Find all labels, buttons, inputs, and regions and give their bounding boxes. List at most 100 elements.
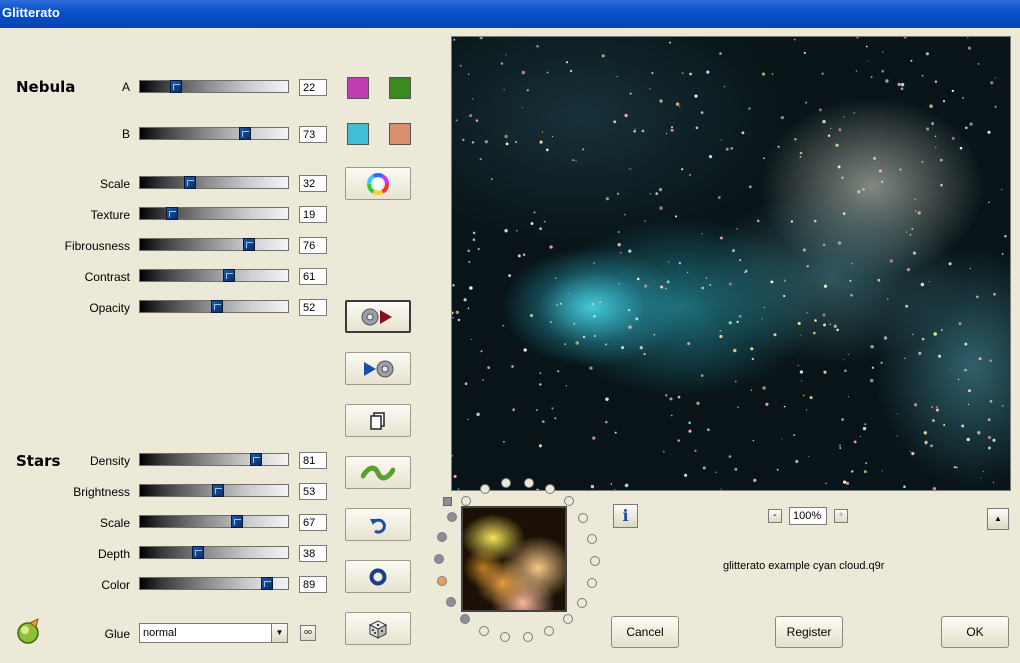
nebula-fibrousness-slider[interactable] [139, 238, 289, 251]
star [472, 98, 474, 100]
nebula-a-slider[interactable] [139, 80, 289, 93]
nebula-b-value[interactable]: 73 [299, 126, 327, 143]
preset-dot[interactable] [461, 496, 471, 506]
preset-dot[interactable] [501, 478, 511, 488]
star [471, 141, 475, 144]
slider-thumb[interactable] [261, 577, 273, 590]
preset-dot[interactable] [500, 632, 510, 642]
nebula-fibrousness-value[interactable]: 76 [299, 237, 327, 254]
glue-options-button[interactable]: oo [300, 625, 316, 641]
preset-dot[interactable] [437, 532, 447, 542]
glue-select[interactable]: normal ▼ [139, 623, 288, 643]
nebula-texture-slider[interactable] [139, 207, 289, 220]
stars-density-value[interactable]: 81 [299, 452, 327, 469]
slider-thumb[interactable] [243, 238, 255, 251]
nebula-texture-value[interactable]: 19 [299, 206, 327, 223]
nebula-b-slider[interactable] [139, 127, 289, 140]
color-wheel-button[interactable] [345, 167, 411, 200]
star [709, 284, 712, 286]
preset-dot[interactable] [434, 554, 444, 564]
star [541, 131, 544, 133]
star [678, 261, 682, 265]
nebula-b-color2-swatch[interactable] [389, 123, 411, 145]
preset-dot[interactable] [544, 626, 554, 636]
nebula-a-color2-swatch[interactable] [389, 77, 411, 99]
ring-button[interactable] [345, 560, 411, 593]
preset-dot[interactable] [564, 496, 574, 506]
star [508, 274, 511, 277]
star [843, 116, 845, 118]
preset-dot[interactable] [587, 578, 597, 588]
nebula-b-color1-swatch[interactable] [347, 123, 369, 145]
nebula-scale-slider[interactable] [139, 176, 289, 189]
zoom-out-button[interactable]: - [768, 509, 782, 523]
nebula-opacity-slider[interactable] [139, 300, 289, 313]
zoom-level[interactable]: 100% [789, 507, 827, 525]
star [593, 334, 596, 338]
cancel-button[interactable]: Cancel [611, 616, 679, 648]
stars-depth-value[interactable]: 38 [299, 545, 327, 562]
star [869, 378, 874, 383]
star [643, 353, 646, 356]
stars-color-value[interactable]: 89 [299, 576, 327, 593]
export-button[interactable] [345, 300, 411, 333]
preset-dot[interactable] [578, 513, 588, 523]
preset-dot[interactable] [523, 632, 533, 642]
stars-depth-slider[interactable] [139, 546, 289, 559]
stars-brightness-slider[interactable] [139, 484, 289, 497]
preset-dot[interactable] [524, 478, 534, 488]
nebula-a-value[interactable]: 22 [299, 79, 327, 96]
slider-thumb[interactable] [239, 127, 251, 140]
slider-thumb[interactable] [250, 453, 262, 466]
stars-density-slider[interactable] [139, 453, 289, 466]
star [541, 420, 545, 423]
nebula-opacity-value[interactable]: 52 [299, 299, 327, 316]
preset-dot[interactable] [587, 534, 597, 544]
preset-dot[interactable] [447, 512, 457, 522]
slider-thumb[interactable] [166, 207, 178, 220]
copy-button[interactable] [345, 404, 411, 437]
slider-thumb[interactable] [192, 546, 204, 559]
preset-dot[interactable] [577, 598, 587, 608]
slider-thumb[interactable] [211, 300, 223, 313]
preset-dot[interactable] [545, 484, 555, 494]
info-button[interactable]: i [613, 504, 638, 528]
preset-dot[interactable] [480, 484, 490, 494]
stars-color-slider[interactable] [139, 577, 289, 590]
stars-brightness-value[interactable]: 53 [299, 483, 327, 500]
import-button[interactable] [345, 352, 411, 385]
preset-dot[interactable] [479, 626, 489, 636]
ring-handle[interactable] [443, 497, 452, 506]
star [582, 148, 585, 151]
register-button[interactable]: Register [775, 616, 843, 648]
stars-scale-slider[interactable] [139, 515, 289, 528]
nebula-scale-value[interactable]: 32 [299, 175, 327, 192]
nebula-a-color1-swatch[interactable] [347, 77, 369, 99]
zoom-in-button[interactable]: + [834, 509, 848, 523]
ok-button[interactable]: OK [941, 616, 1009, 648]
preset-dot[interactable] [460, 614, 470, 624]
preset-dot[interactable] [437, 576, 447, 586]
random-button[interactable] [345, 612, 411, 645]
preset-dot[interactable] [563, 614, 573, 624]
star [805, 409, 808, 411]
star [887, 298, 889, 300]
wave-button[interactable] [345, 456, 411, 489]
stars-scale-value[interactable]: 67 [299, 514, 327, 531]
undo-button[interactable] [345, 508, 411, 541]
preset-dot[interactable] [446, 597, 456, 607]
slider-thumb[interactable] [212, 484, 224, 497]
slider-thumb[interactable] [231, 515, 243, 528]
star [843, 359, 845, 361]
slider-thumb[interactable] [223, 269, 235, 282]
slider-thumb[interactable] [170, 80, 182, 93]
star [964, 368, 967, 372]
collapse-button[interactable]: ▲ [987, 508, 1009, 530]
slider-thumb[interactable] [184, 176, 196, 189]
preset-dot[interactable] [590, 556, 600, 566]
preset-thumbnail[interactable] [461, 506, 567, 612]
nebula-contrast-value[interactable]: 61 [299, 268, 327, 285]
nebula-preview-canvas[interactable] [451, 36, 1011, 491]
nebula-contrast-slider[interactable] [139, 269, 289, 282]
chevron-down-icon[interactable]: ▼ [271, 624, 287, 642]
